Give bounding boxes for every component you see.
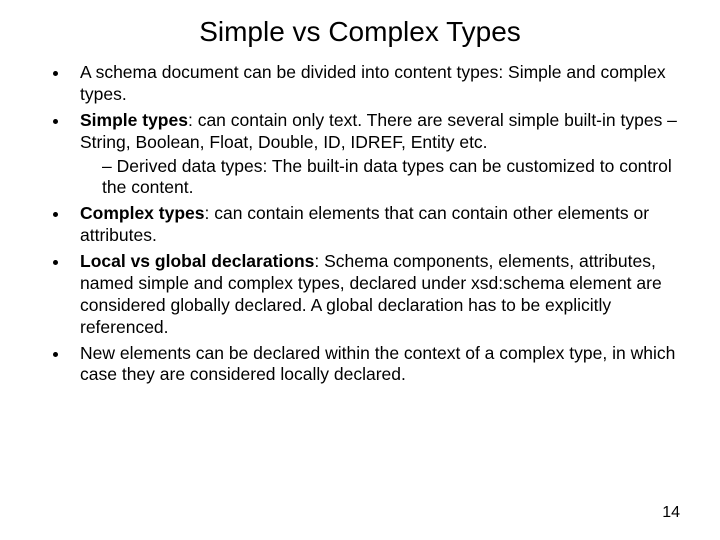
bullet-bold: Local vs global declarations xyxy=(80,251,314,271)
list-item: Local vs global declarations: Schema com… xyxy=(70,251,680,339)
slide-title: Simple vs Complex Types xyxy=(40,16,680,48)
slide: Simple vs Complex Types A schema documen… xyxy=(0,0,720,540)
bullet-list: A schema document can be divided into co… xyxy=(40,62,680,386)
page-number: 14 xyxy=(662,504,680,522)
bullet-text: Derived data types: The built-in data ty… xyxy=(102,156,672,198)
bullet-text: New elements can be declared within the … xyxy=(80,343,675,385)
bullet-bold: Complex types xyxy=(80,203,204,223)
bullet-bold: Simple types xyxy=(80,110,188,130)
sub-list: Derived data types: The built-in data ty… xyxy=(80,156,680,200)
list-item: Simple types: can contain only text. The… xyxy=(70,110,680,200)
list-item: Complex types: can contain elements that… xyxy=(70,203,680,247)
list-item: New elements can be declared within the … xyxy=(70,343,680,387)
list-item: A schema document can be divided into co… xyxy=(70,62,680,106)
bullet-text: A schema document can be divided into co… xyxy=(80,62,666,104)
list-item: Derived data types: The built-in data ty… xyxy=(102,156,680,200)
